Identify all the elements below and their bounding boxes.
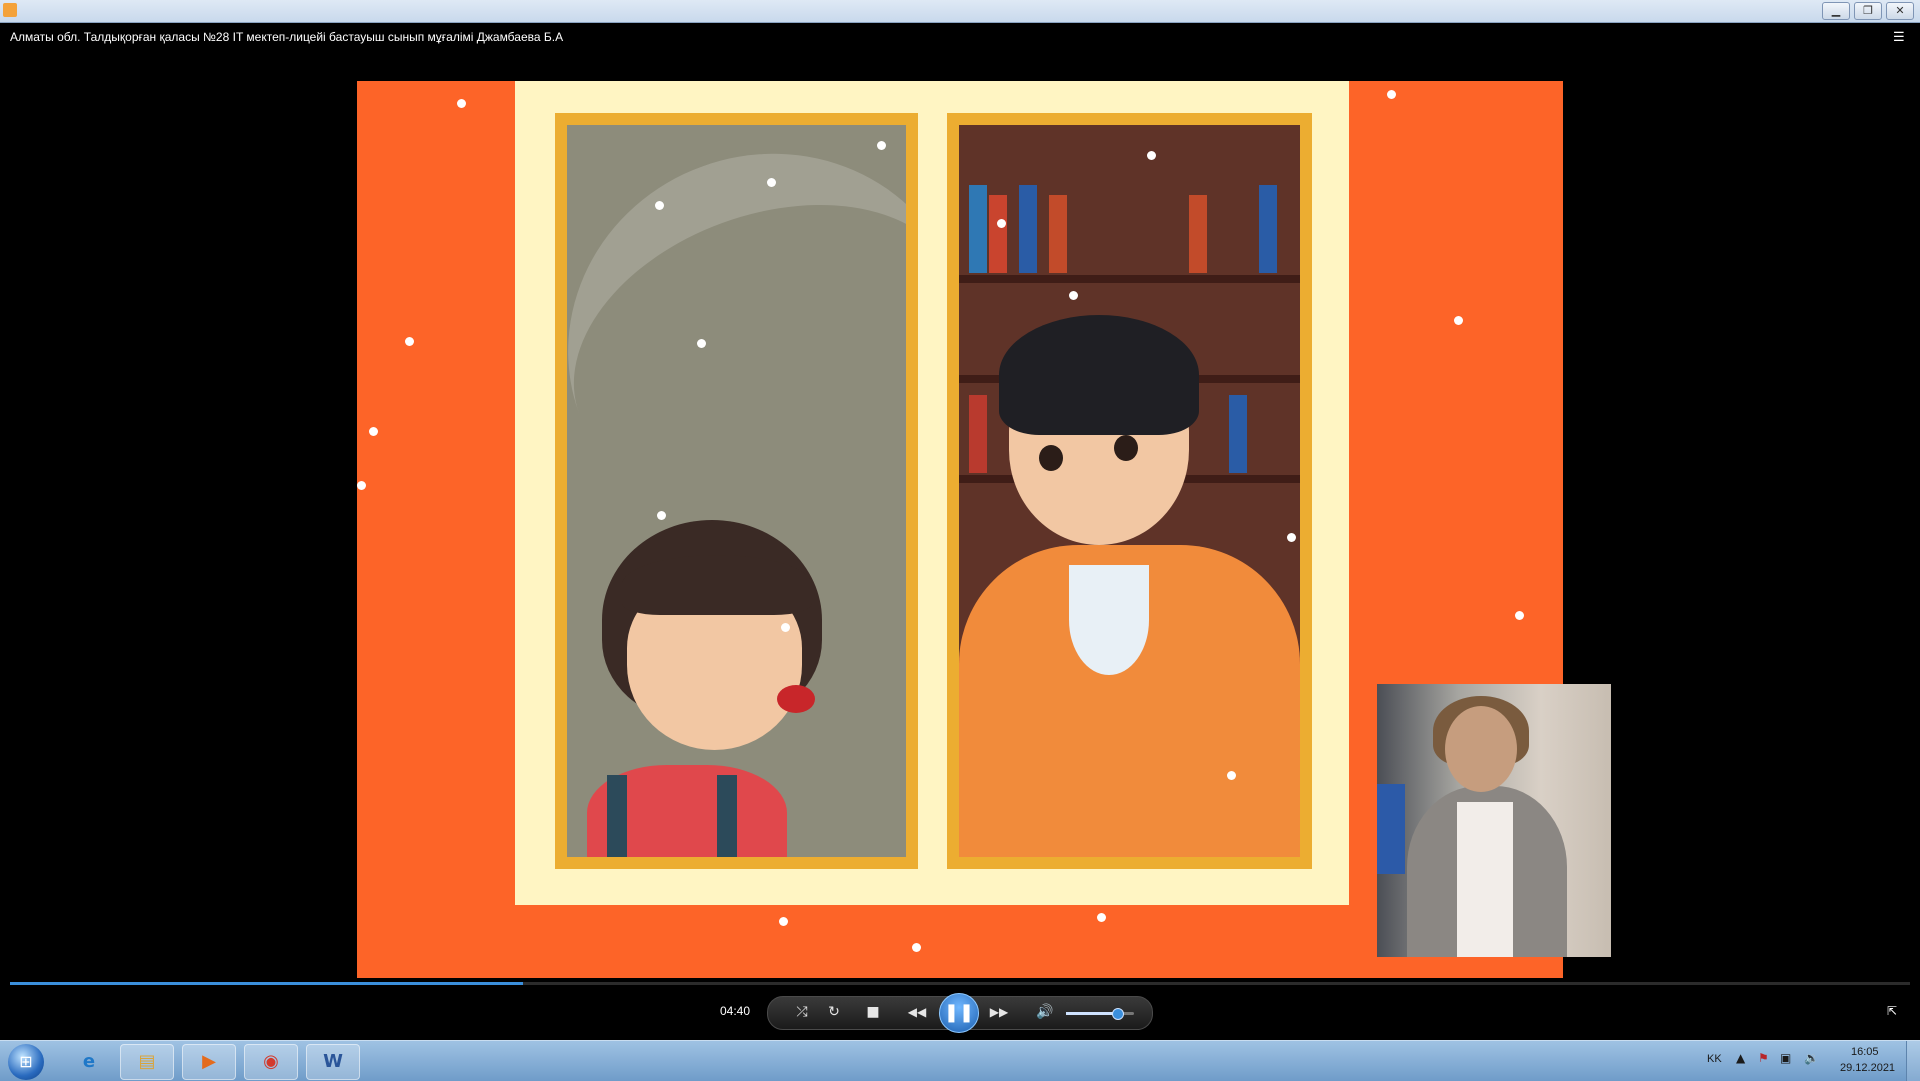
snowflake	[1454, 316, 1463, 325]
boy-eye	[1039, 445, 1063, 471]
book	[1189, 195, 1207, 273]
media-player-taskbar-icon[interactable]: ▶	[182, 1044, 236, 1080]
snowflake	[1287, 533, 1296, 542]
maximize-button[interactable]: ❐	[1854, 2, 1882, 20]
girl-bow	[777, 685, 815, 713]
video-left-pane	[555, 113, 918, 869]
snowflake	[369, 427, 378, 436]
girl-strap	[607, 775, 627, 857]
snowflake	[357, 481, 366, 490]
media-title: Алматы обл. Талдықорған қаласы №28 IT ме…	[10, 30, 564, 44]
close-button[interactable]: ✕	[1886, 2, 1914, 20]
start-button[interactable]: ⊞	[8, 1044, 44, 1080]
switch-to-library-icon[interactable]: ⇱	[1884, 1004, 1900, 1018]
book	[1229, 395, 1247, 473]
seek-bar[interactable]	[10, 982, 1910, 985]
tray-volume-icon[interactable]: 🔉	[1804, 1051, 1819, 1065]
media-player-icon	[3, 3, 17, 17]
boy-eye	[1114, 435, 1138, 461]
action-center-flag-icon[interactable]: ⚑	[1758, 1051, 1769, 1065]
boy-collar	[1069, 565, 1149, 675]
snowflake	[1147, 151, 1156, 160]
window-titlebar[interactable]: ▁ ❐ ✕	[0, 0, 1920, 23]
book	[969, 185, 987, 273]
stop-button[interactable]: ■	[861, 1001, 885, 1023]
glass-glare	[567, 125, 906, 592]
webcam-overlay	[1377, 684, 1611, 957]
book	[1049, 195, 1067, 273]
bookshelf	[959, 275, 1300, 283]
next-button[interactable]: ▶▶	[982, 1001, 1016, 1023]
repeat-icon[interactable]: ↻	[822, 1001, 846, 1023]
elapsed-time: 04:40	[720, 1004, 751, 1018]
snowflake	[655, 201, 664, 210]
tray-expand-icon[interactable]: ▲	[1736, 1051, 1745, 1065]
snowflake	[781, 623, 790, 632]
snowflake	[779, 917, 788, 926]
book	[1259, 185, 1277, 273]
book	[969, 395, 987, 473]
snowflake	[1515, 611, 1524, 620]
playlist-toggle-icon[interactable]: ☰	[1893, 30, 1909, 44]
mute-icon[interactable]: 🔊	[1033, 1001, 1057, 1023]
snowflake	[1227, 771, 1236, 780]
boy-hair	[999, 315, 1199, 435]
snowflake	[1097, 913, 1106, 922]
snowflake	[405, 337, 414, 346]
snowflake	[657, 511, 666, 520]
clock-time[interactable]: 16:05	[1851, 1046, 1879, 1058]
snowflake	[1387, 90, 1396, 99]
volume-slider-fill	[1066, 1012, 1117, 1015]
clock-date[interactable]: 29.12.2021	[1840, 1062, 1895, 1074]
girl-strap	[717, 775, 737, 857]
show-desktop-button[interactable]	[1906, 1041, 1920, 1081]
taskbar: ⊞ e ▤ ▶ ◉ W KK ▲ ⚑ ▣ 🔉 16:05 29.12.2021	[0, 1040, 1920, 1081]
snowflake	[767, 178, 776, 187]
pause-button[interactable]: ❚❚	[939, 993, 979, 1033]
snowflake	[997, 219, 1006, 228]
book	[989, 195, 1007, 273]
language-indicator[interactable]: KK	[1707, 1053, 1722, 1065]
previous-button[interactable]: ◀◀	[900, 1001, 934, 1023]
internet-explorer-icon[interactable]: e	[62, 1044, 116, 1080]
snowflake	[877, 141, 886, 150]
chrome-icon[interactable]: ◉	[244, 1044, 298, 1080]
presenter-face	[1445, 706, 1517, 792]
volume-slider-thumb[interactable]	[1112, 1008, 1124, 1020]
network-icon[interactable]: ▣	[1780, 1051, 1791, 1065]
seek-bar-fill	[10, 982, 523, 985]
snowflake	[697, 339, 706, 348]
snowflake	[1069, 291, 1078, 300]
snowflake	[457, 99, 466, 108]
file-explorer-icon[interactable]: ▤	[120, 1044, 174, 1080]
presenter-blouse	[1457, 802, 1513, 957]
minimize-button[interactable]: ▁	[1822, 2, 1850, 20]
word-icon[interactable]: W	[306, 1044, 360, 1080]
snowflake	[912, 943, 921, 952]
girl-bangs	[622, 555, 812, 615]
book	[1019, 185, 1037, 273]
volume-slider[interactable]	[1066, 1008, 1134, 1020]
webcam-background-aquarium	[1377, 784, 1405, 874]
shuffle-icon[interactable]: ⤮	[790, 1001, 814, 1023]
